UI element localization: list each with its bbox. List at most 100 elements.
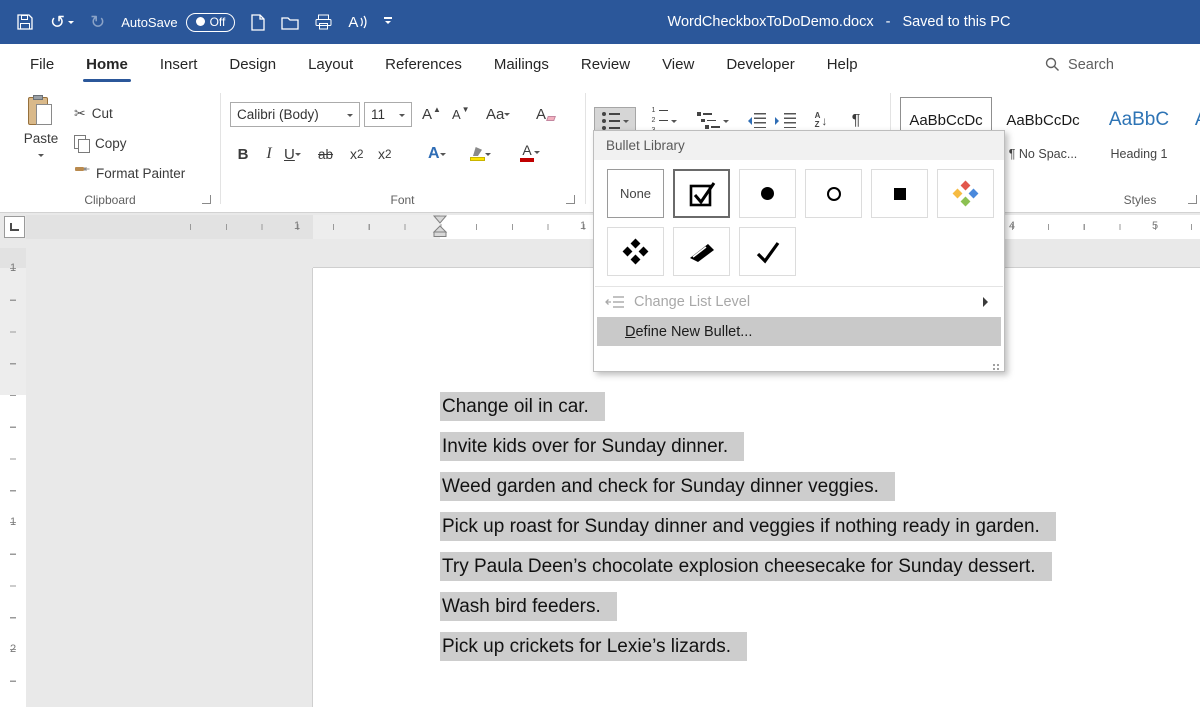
italic-button[interactable]: I xyxy=(262,141,276,167)
read-aloud-icon[interactable]: A xyxy=(348,14,368,31)
bullets-dropdown-icon[interactable] xyxy=(622,119,629,126)
clipboard-dialog-launcher[interactable] xyxy=(202,195,211,204)
font-family-combobox[interactable]: Calibri (Body) xyxy=(230,102,360,127)
tab-help[interactable]: Help xyxy=(811,44,874,85)
vertical-ruler[interactable] xyxy=(0,248,26,707)
bullet-option-colored-diamonds[interactable] xyxy=(937,169,994,218)
bullet-option-open-circle[interactable] xyxy=(805,169,862,218)
bullet-options-row xyxy=(594,218,1004,276)
font-color-button[interactable]: A xyxy=(520,139,540,165)
style-heading2[interactable]: AaBbC xyxy=(1190,97,1200,143)
tab-developer[interactable]: Developer xyxy=(710,44,810,85)
subscript-button[interactable]: x2 xyxy=(350,141,363,167)
autosave-pill[interactable]: Off xyxy=(185,12,236,32)
bullet-option-filled-square[interactable] xyxy=(871,169,928,218)
tab-design[interactable]: Design xyxy=(213,44,292,85)
redo-button[interactable]: ↻ xyxy=(90,13,105,31)
tab-home[interactable]: Home xyxy=(70,44,144,85)
tab-view[interactable]: View xyxy=(646,44,710,85)
format-painter-button[interactable]: Format Painter xyxy=(74,165,185,181)
font-dialog-launcher[interactable] xyxy=(566,195,575,204)
bold-button[interactable]: B xyxy=(234,141,252,167)
document-line[interactable]: Wash bird feeders. xyxy=(440,592,1056,621)
paste-button[interactable]: Paste xyxy=(14,95,68,191)
indent-marker[interactable] xyxy=(431,215,449,238)
chevron-down-icon xyxy=(347,113,353,120)
selection-highlight[interactable]: Weed garden and check for Sunday dinner … xyxy=(440,472,895,501)
selection-highlight[interactable]: Change oil in car. xyxy=(440,392,605,421)
bullet-option-none[interactable]: None xyxy=(607,169,664,218)
style-heading1[interactable]: AaBbC xyxy=(1094,97,1184,143)
clipboard-group-label: Clipboard xyxy=(84,193,136,207)
shrink-font-button[interactable]: A ▼ xyxy=(452,101,470,127)
open-folder-icon[interactable] xyxy=(281,15,300,30)
resize-grip[interactable] xyxy=(990,357,1000,367)
strikethrough-button[interactable]: ab xyxy=(318,141,333,167)
tab-review[interactable]: Review xyxy=(565,44,646,85)
bullet-option-checkmark[interactable] xyxy=(739,227,796,276)
change-list-level-item[interactable]: Change List Level xyxy=(594,287,1004,316)
document-line[interactable]: Invite kids over for Sunday dinner. xyxy=(440,432,1056,461)
tab-stop-selector[interactable] xyxy=(4,216,25,238)
paste-dropdown-icon[interactable] xyxy=(38,154,44,160)
font-color-icon: A xyxy=(520,143,534,162)
underline-button[interactable]: U xyxy=(284,141,301,167)
customize-qat-icon[interactable] xyxy=(384,17,393,27)
search-button[interactable]: Search xyxy=(1045,44,1114,85)
tab-layout[interactable]: Layout xyxy=(292,44,369,85)
shrink-font-icon: A xyxy=(452,106,461,122)
open-circle-icon xyxy=(826,186,841,201)
style-no-spacing[interactable]: AaBbCcDc xyxy=(997,97,1089,143)
style-preview: AaBbC xyxy=(1108,109,1170,130)
printer-icon[interactable] xyxy=(315,14,332,30)
selection-highlight[interactable]: Invite kids over for Sunday dinner. xyxy=(440,432,745,461)
document-line[interactable]: Pick up crickets for Lexie’s lizards. xyxy=(440,632,1056,661)
multilevel-list-icon xyxy=(697,112,720,129)
bullet-options-row: None xyxy=(594,160,1004,218)
superscript-button[interactable]: x2 xyxy=(378,141,391,167)
copy-button[interactable]: Copy xyxy=(74,135,127,153)
text-effects-button[interactable]: A xyxy=(428,141,446,167)
bullet-option-black-diamonds[interactable] xyxy=(607,227,664,276)
autosave-knob-icon xyxy=(195,17,205,26)
undo-dropdown-icon[interactable] xyxy=(68,21,75,27)
change-case-button[interactable]: Aa xyxy=(486,101,511,127)
document-line[interactable]: Pick up roast for Sunday dinner and vegg… xyxy=(440,512,1056,541)
document-line[interactable]: Change oil in car. xyxy=(440,392,1056,421)
define-new-bullet-item[interactable]: Define New Bullet... xyxy=(597,317,1001,346)
document-line[interactable]: Try Paula Deen’s chocolate explosion che… xyxy=(440,552,1056,581)
document-line[interactable]: Weed garden and check for Sunday dinner … xyxy=(440,472,1056,501)
clear-formatting-button[interactable]: A xyxy=(536,101,556,127)
checkmark-bullet-icon xyxy=(756,241,779,263)
superscript-icon: x xyxy=(378,146,385,162)
new-document-icon[interactable] xyxy=(251,13,266,31)
bullet-option-filled-circle[interactable] xyxy=(739,169,796,218)
grow-font-button[interactable]: A ▲ xyxy=(422,101,441,127)
selection-highlight[interactable]: Pick up crickets for Lexie’s lizards. xyxy=(440,632,747,661)
ruler-ticks xyxy=(10,268,16,707)
save-icon[interactable] xyxy=(16,13,34,31)
tab-stop-icon xyxy=(10,223,19,231)
font-family-value: Calibri (Body) xyxy=(237,107,319,122)
bullet-option-checkbox[interactable] xyxy=(673,169,730,218)
tab-insert[interactable]: Insert xyxy=(144,44,214,85)
tab-file[interactable]: File xyxy=(14,44,70,85)
tab-references[interactable]: References xyxy=(369,44,478,85)
bullet-option-arrow[interactable] xyxy=(673,227,730,276)
selection-highlight[interactable]: Try Paula Deen’s chocolate explosion che… xyxy=(440,552,1052,581)
selection-highlight[interactable]: Pick up roast for Sunday dinner and vegg… xyxy=(440,512,1056,541)
style-label-heading1: Heading 1 xyxy=(1110,147,1168,161)
submenu-arrow-icon xyxy=(983,296,993,307)
style-preview: AaBbCcDc xyxy=(1006,111,1080,129)
subscript-icon: x xyxy=(350,146,357,162)
chevron-down-icon[interactable] xyxy=(294,153,301,159)
highlight-color-button[interactable] xyxy=(470,141,491,167)
styles-dialog-launcher[interactable] xyxy=(1188,195,1197,204)
undo-button[interactable]: ↺ xyxy=(50,13,75,31)
cut-button[interactable]: ✂ Cut xyxy=(74,105,113,122)
autosave-toggle[interactable]: AutoSave Off xyxy=(121,12,236,32)
selection-highlight[interactable]: Wash bird feeders. xyxy=(440,592,617,621)
tab-mailings[interactable]: Mailings xyxy=(478,44,565,85)
arrow-bullet-icon xyxy=(689,243,714,262)
font-size-combobox[interactable]: 11 xyxy=(364,102,412,127)
